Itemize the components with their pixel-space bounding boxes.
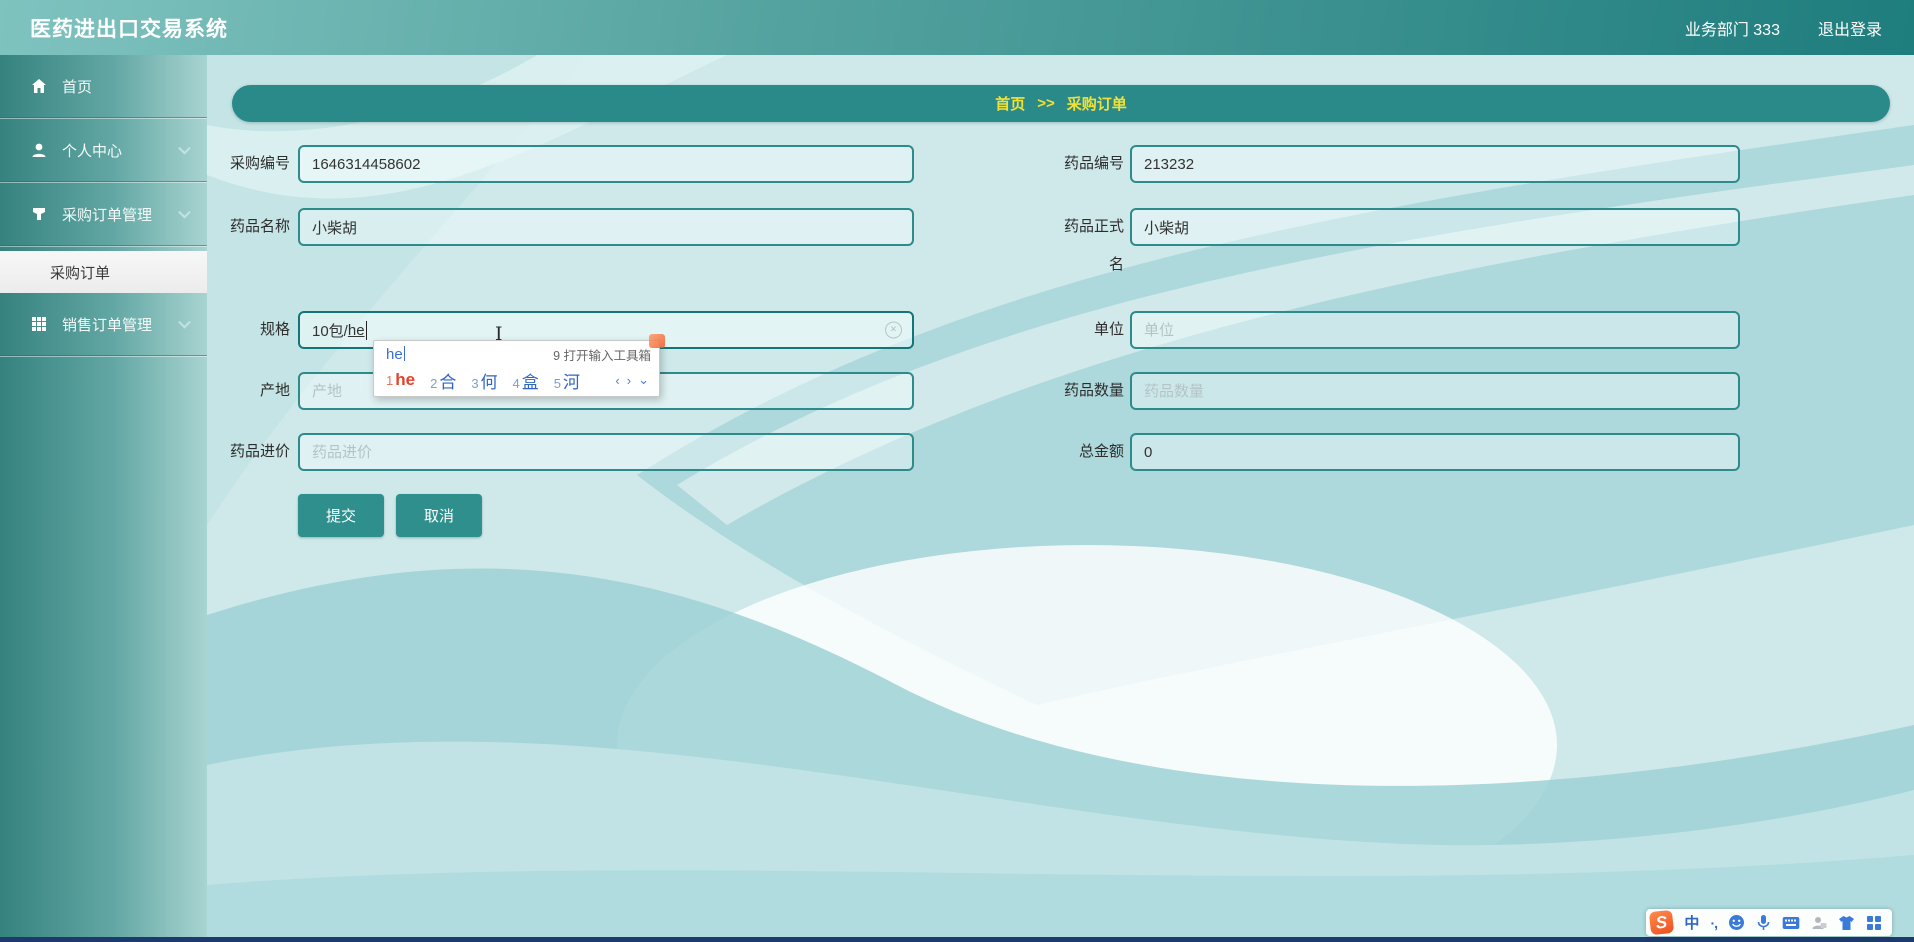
form-row: 采购编号 药品编号 bbox=[207, 145, 1914, 183]
price-input[interactable] bbox=[298, 433, 914, 471]
ime-candidate-window: he 9 打开输入工具箱 1 he 2合 3何 4盒 5河 ‹ › ⌄ bbox=[373, 334, 665, 397]
user-icon bbox=[30, 141, 48, 159]
sogou-logo-icon[interactable]: S bbox=[1649, 909, 1675, 936]
microphone-icon[interactable] bbox=[1756, 914, 1771, 931]
breadcrumb-separator: >> bbox=[1037, 95, 1055, 112]
skin-icon[interactable] bbox=[1838, 915, 1855, 931]
sidebar-item-personal-center[interactable]: 个人中心 bbox=[0, 119, 207, 181]
ime-caret bbox=[403, 345, 405, 361]
cancel-button[interactable]: 取消 bbox=[396, 494, 482, 537]
sidebar-item-sales-order-mgmt[interactable]: 销售订单管理 bbox=[0, 293, 207, 355]
ime-prev-page-icon[interactable]: ‹ bbox=[615, 373, 619, 388]
drug-no-input[interactable] bbox=[1130, 145, 1740, 183]
form-row: 药品进价 总金额 bbox=[207, 433, 1914, 471]
origin-label: 产地 bbox=[259, 382, 290, 399]
official-name-label: 药品正式名 bbox=[1063, 218, 1124, 273]
sidebar: 首页 个人中心 采购订单管理 采购订单 销售订单管理 bbox=[0, 55, 207, 942]
price-label: 药品进价 bbox=[229, 443, 290, 460]
keyboard-icon[interactable] bbox=[1782, 916, 1800, 930]
breadcrumb-home[interactable]: 首页 bbox=[995, 93, 1025, 114]
punctuation-icon[interactable]: ·, bbox=[1710, 915, 1718, 931]
sidebar-divider bbox=[0, 245, 207, 247]
drug-name-input[interactable] bbox=[298, 208, 914, 246]
sidebar-item-label: 销售订单管理 bbox=[62, 316, 153, 334]
spec-label: 规格 bbox=[259, 321, 290, 338]
app-header: 医药进出口交易系统 业务部门 333 退出登录 bbox=[0, 0, 1914, 55]
total-label: 总金额 bbox=[1078, 443, 1124, 460]
form-row: 药品名称 药品正式名 bbox=[207, 208, 1914, 273]
purchase-no-label: 采购编号 bbox=[229, 155, 290, 172]
text-caret bbox=[365, 320, 368, 340]
unit-input[interactable] bbox=[1130, 311, 1740, 349]
user-department[interactable]: 业务部门 333 bbox=[1685, 16, 1780, 40]
breadcrumb: 首页 >> 采购订单 bbox=[232, 85, 1890, 122]
breadcrumb-current: 采购订单 bbox=[1066, 96, 1127, 113]
official-name-input[interactable] bbox=[1130, 208, 1740, 246]
main-content: 首页 >> 采购订单 采购编号 药品编号 药品名称 药品正式名 规格 10包/h… bbox=[207, 55, 1914, 942]
ime-candidate[interactable]: 5河 bbox=[554, 368, 580, 393]
ime-composition: he bbox=[386, 345, 405, 363]
purchase-no-input[interactable] bbox=[298, 145, 914, 183]
sidebar-divider bbox=[0, 355, 207, 357]
account-icon[interactable] bbox=[1811, 915, 1827, 931]
ime-candidate[interactable]: 3何 bbox=[471, 368, 497, 393]
ime-composition-row: he 9 打开输入工具箱 bbox=[374, 334, 665, 367]
sidebar-item-label: 个人中心 bbox=[62, 142, 123, 160]
ime-toolbox-icon[interactable] bbox=[649, 334, 665, 348]
ime-candidate[interactable]: 4盒 bbox=[513, 368, 539, 393]
clear-icon[interactable]: × bbox=[885, 321, 902, 339]
taskbar-edge bbox=[0, 937, 1914, 942]
sidebar-item-label: 采购订单管理 bbox=[62, 206, 153, 224]
sogou-ime-toolbar: S 中 ·, bbox=[1646, 909, 1892, 936]
chevron-down-icon bbox=[178, 141, 191, 155]
sidebar-subitem-label: 采购订单 bbox=[50, 264, 111, 282]
logout-button[interactable]: 退出登录 bbox=[1818, 16, 1882, 40]
total-input[interactable] bbox=[1130, 433, 1740, 471]
chinese-mode-icon[interactable]: 中 bbox=[1684, 912, 1699, 933]
ime-next-page-icon[interactable]: › bbox=[627, 373, 631, 388]
chevron-down-icon bbox=[178, 315, 191, 329]
unit-label: 单位 bbox=[1093, 321, 1124, 338]
ime-candidate[interactable]: 1 he bbox=[386, 370, 415, 390]
grid-icon bbox=[30, 315, 48, 333]
quantity-label: 药品数量 bbox=[1063, 382, 1124, 399]
sidebar-item-label: 首页 bbox=[62, 78, 93, 96]
mouse-ibeam-cursor: I bbox=[495, 323, 503, 345]
drug-name-label: 药品名称 bbox=[229, 218, 290, 235]
spec-composing-text: he bbox=[347, 321, 365, 339]
ime-toolbox-hint[interactable]: 9 打开输入工具箱 bbox=[553, 345, 651, 364]
ime-candidates-row: 1 he 2合 3何 4盒 5河 ‹ › ⌄ bbox=[374, 367, 659, 396]
app-title: 医药进出口交易系统 bbox=[30, 17, 228, 41]
header-menu: 业务部门 333 退出登录 bbox=[1685, 16, 1882, 40]
funnel-icon bbox=[30, 205, 48, 223]
submit-button[interactable]: 提交 bbox=[298, 494, 384, 537]
emoji-icon[interactable] bbox=[1728, 914, 1745, 931]
more-grid-icon[interactable] bbox=[1866, 915, 1882, 931]
spec-value: 10包/ bbox=[312, 322, 348, 340]
home-icon bbox=[30, 77, 48, 95]
ime-expand-icon[interactable]: ⌄ bbox=[638, 372, 649, 388]
drug-no-label: 药品编号 bbox=[1063, 155, 1124, 172]
sidebar-item-home[interactable]: 首页 bbox=[0, 55, 207, 117]
chevron-down-icon bbox=[178, 205, 191, 219]
sidebar-subitem-purchase-order[interactable]: 采购订单 bbox=[0, 251, 207, 293]
quantity-input[interactable] bbox=[1130, 372, 1740, 410]
sidebar-item-purchase-order-mgmt[interactable]: 采购订单管理 bbox=[0, 183, 207, 245]
ime-candidate[interactable]: 2合 bbox=[430, 368, 456, 393]
